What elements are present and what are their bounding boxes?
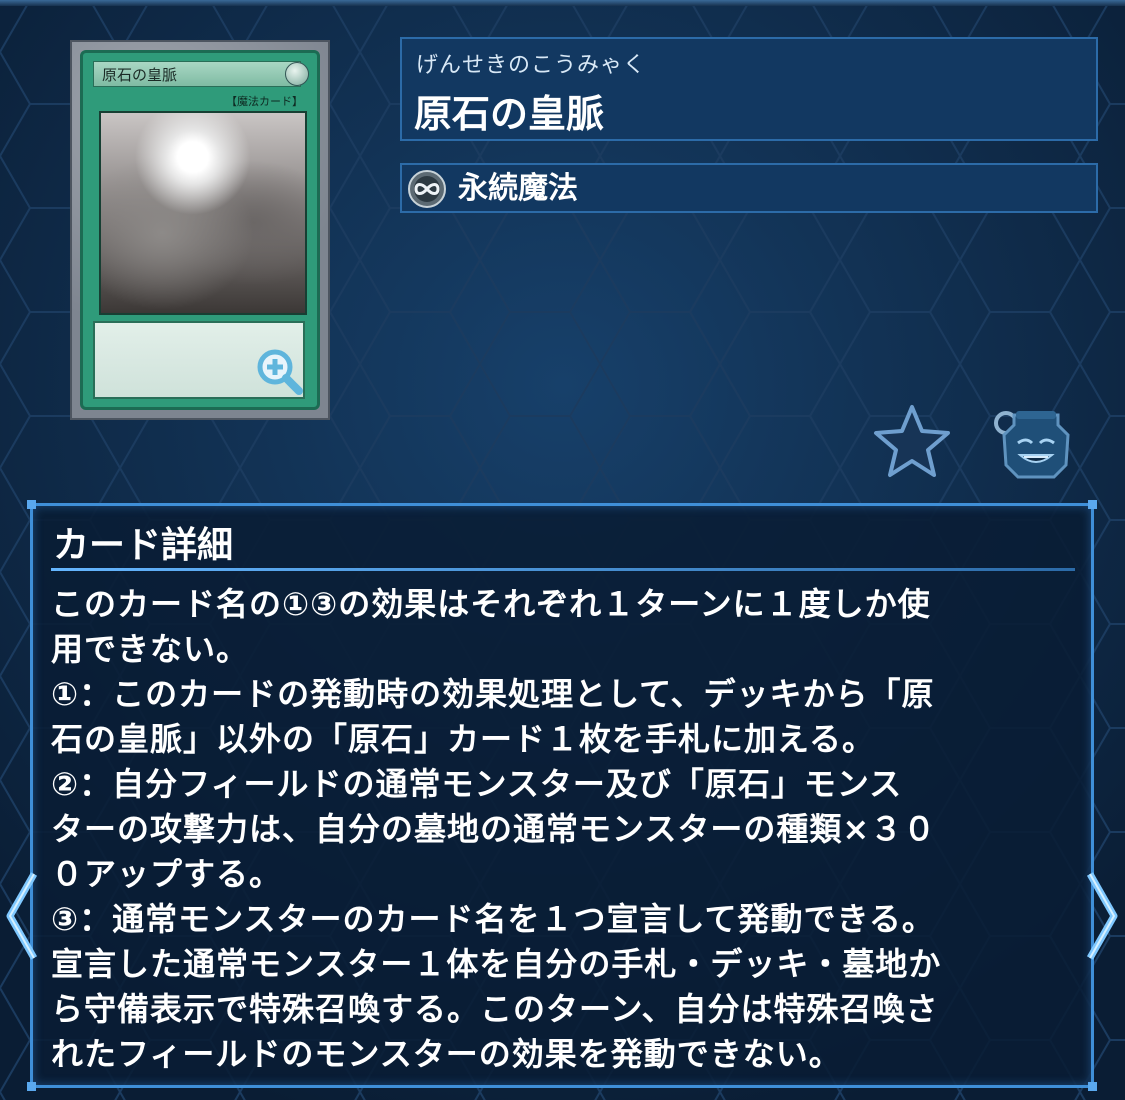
panel-corner [27,1082,36,1091]
spell-type-label: 永続魔法 [458,171,578,206]
effect-line: 用できない。 [51,630,250,668]
effect-line: ③：通常モンスターのカード名を１つ宣言して発動できる。 [51,900,935,938]
effect-line: ターの攻撃力は、自分の墓地の通常モンスターの種類×３０ [51,810,937,848]
card-detail-panel[interactable]: カード詳細 このカード名の①③の効果はそれぞれ１ターンに１度しか使 用できない。… [27,500,1097,1091]
panel-corner [1088,500,1097,509]
effect-line: 石の皇脈」以外の「原石」カード１枚を手札に加える。 [51,720,876,758]
effect-line: ら守備表示で特殊召喚する。このターン、自分は特殊召喚さ [51,990,939,1028]
star-icon[interactable] [872,403,952,479]
panel-corner [27,500,36,509]
continuous-spell-icon [408,170,446,208]
card-name: 原石の皇脈 [414,92,605,136]
effect-line: 宣言した通常モンスター１体を自分の手札・デッキ・墓地か [51,945,942,983]
effect-line: ①：このカードの発動時の効果処理として、デッキから「原 [51,675,935,713]
effect-line: れたフィールドのモンスターの効果を発動できない。 [51,1035,842,1073]
chevron-left-icon[interactable] [2,870,40,962]
effect-line: このカード名の①③の効果はそれぞれ１ターンに１度しか使 [51,585,931,623]
spell-attribute-icon [285,62,309,86]
chevron-right-icon[interactable] [1084,870,1122,962]
card-image[interactable]: 原石の皇脈 【魔法カード】 [80,50,320,410]
card-type-label: 【魔法カード】 [226,95,303,108]
top-border [0,0,1125,6]
card-name-plate: げんせきのこうみゃく 原石の皇脈 [400,37,1098,141]
card-artwork [99,111,307,315]
card-name-reading: げんせきのこうみゃく [416,53,647,78]
panel-corner [1088,1082,1097,1091]
card-type-plate: 永続魔法 [400,163,1098,213]
pot-of-greed-icon[interactable] [992,405,1080,481]
panel-divider [51,568,1075,571]
card-name-bar: 原石の皇脈 [93,61,301,87]
effect-line: ②：自分フィールドの通常モンスター及び「原石」モンス [51,765,903,803]
zoom-in-icon[interactable] [253,345,305,397]
effect-line: ０アップする。 [51,855,283,893]
panel-title: カード詳細 [53,525,234,566]
card-effect-text: このカード名の①③の効果はそれぞれ１ターンに１度しか使 用できない。 ①：このカ… [51,582,1075,1077]
